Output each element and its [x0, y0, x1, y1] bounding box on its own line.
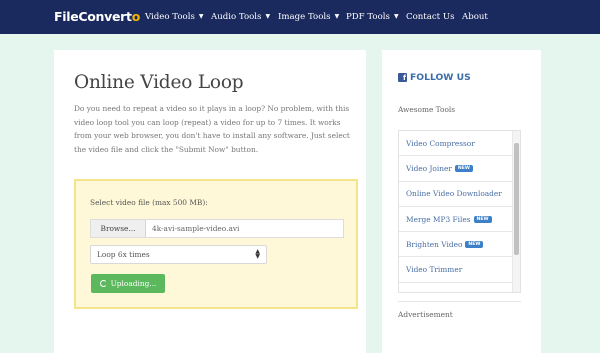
tools-list-scrollbar[interactable]: [512, 131, 520, 292]
tool-label: Merge MP3 Files: [406, 214, 471, 224]
facebook-icon: f: [398, 73, 407, 82]
nav-pdf-tools[interactable]: PDF Tools ▼: [346, 12, 399, 22]
awesome-tools-heading: Awesome Tools: [398, 105, 456, 114]
tool-label: Video Compressor: [406, 138, 475, 148]
loop-count-value: Loop 6x times: [97, 250, 150, 259]
file-input[interactable]: Browse... 4k-avi-sample-video.avi: [90, 219, 344, 238]
nav-label: PDF Tools: [346, 12, 390, 22]
selected-file-name: 4k-avi-sample-video.avi: [152, 224, 240, 233]
spinner-icon: [99, 280, 107, 287]
nav-label: Video Tools: [145, 12, 195, 22]
browse-button[interactable]: Browse...: [91, 220, 146, 237]
chevron-down-icon: ▼: [393, 13, 399, 20]
follow-us-heading[interactable]: f FOLLOW US: [398, 72, 471, 83]
tools-list[interactable]: Video Compressor Video Joiner NEW Online…: [398, 130, 521, 293]
file-select-label: Select video file (max 500 MB):: [90, 198, 208, 207]
nav-video-tools[interactable]: Video Tools ▼: [145, 12, 204, 22]
nav-label: Audio Tools: [211, 12, 262, 22]
tool-link-video-compressor[interactable]: Video Compressor: [399, 131, 513, 157]
sidebar-divider: [398, 301, 521, 302]
tool-label: Brighten Video: [406, 239, 463, 249]
tool-label: Video Trimmer: [406, 265, 463, 275]
sidebar: f FOLLOW US Awesome Tools Video Compress…: [382, 50, 541, 353]
tool-link-video-joiner[interactable]: Video Joiner NEW: [399, 156, 513, 182]
advertisement-label: Advertisement: [398, 310, 453, 319]
tool-link-video-trimmer[interactable]: Video Trimmer: [399, 257, 513, 283]
follow-us-label: FOLLOW US: [410, 72, 471, 83]
nav-label: About: [462, 12, 488, 22]
nav-label: Image Tools: [278, 12, 331, 22]
logo-text: FileConvert: [54, 9, 132, 24]
nav-contact-us[interactable]: Contact Us: [406, 12, 455, 22]
select-arrows-icon: ▲ ▼: [255, 248, 260, 260]
chevron-down-icon: ▼: [334, 13, 340, 20]
scrollbar-thumb[interactable]: [514, 143, 519, 255]
main-content-card: Online Video Loop Do you need to repeat …: [54, 50, 366, 353]
submit-button-label: Uploading...: [110, 279, 157, 288]
intro-text: Do you need to repeat a video so it play…: [74, 104, 350, 154]
new-badge: NEW: [454, 164, 473, 172]
loop-count-select[interactable]: Loop 6x times ▲ ▼: [90, 245, 267, 264]
site-logo[interactable]: FileConverto: [54, 9, 140, 24]
upload-form: Select video file (max 500 MB): Browse..…: [74, 179, 358, 309]
logo-accent: o: [131, 9, 141, 24]
new-badge: NEW: [473, 215, 492, 223]
tool-label: Online Video Downloader: [406, 189, 502, 199]
top-navbar: FileConverto Video Tools ▼ Audio Tools ▼ I…: [0, 0, 600, 34]
nav-about[interactable]: About: [462, 12, 488, 22]
page-title: Online Video Loop: [74, 72, 244, 93]
chevron-down-icon: ▼: [265, 13, 271, 20]
submit-button[interactable]: Uploading...: [91, 274, 165, 293]
nav-label: Contact Us: [406, 12, 455, 22]
tool-label: Video Joiner: [406, 163, 452, 173]
nav-audio-tools[interactable]: Audio Tools ▼: [211, 12, 270, 22]
new-badge: NEW: [465, 240, 484, 248]
chevron-down-icon: ▼: [198, 13, 204, 20]
tool-link-brighten-video[interactable]: Brighten Video NEW: [399, 232, 513, 258]
tool-link-merge-mp3-files[interactable]: Merge MP3 Files NEW: [399, 207, 513, 233]
nav-image-tools[interactable]: Image Tools ▼: [278, 12, 339, 22]
tool-link-online-video-downloader[interactable]: Online Video Downloader: [399, 182, 513, 207]
